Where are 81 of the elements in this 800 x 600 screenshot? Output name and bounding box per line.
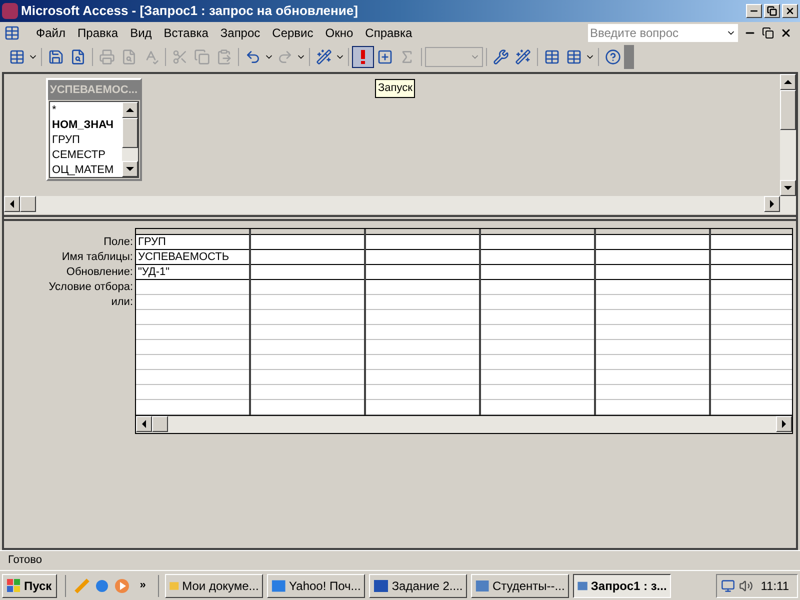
- table-field-list[interactable]: УСПЕВАЕМОС... * НОМ_ЗНАЧ ГРУП СЕМЕСТР ОЦ_МАТЕМ: [46, 78, 142, 181]
- column-selector[interactable]: [251, 229, 364, 235]
- scroll-thumb[interactable]: [122, 118, 138, 148]
- grid-cell[interactable]: УСПЕВАЕМОСТЬ: [136, 250, 249, 265]
- restore-icon: [767, 6, 777, 16]
- field-item[interactable]: ГРУП: [50, 132, 122, 147]
- help-search-field[interactable]: Введите вопрос: [588, 24, 738, 42]
- menu-item[interactable]: Запрос: [214, 24, 266, 42]
- taskbar-button[interactable]: Yahoo! Поч...: [266, 574, 365, 598]
- browser-icon[interactable]: [94, 578, 110, 594]
- window-title: Microsoft Access - [Запрос1 : запрос на обновление]: [21, 2, 358, 20]
- scroll-right-button[interactable]: [764, 196, 780, 212]
- tooltip: Запуск: [375, 79, 416, 98]
- menu-item[interactable]: Вставка: [158, 24, 214, 42]
- row-label: Поле:: [104, 235, 133, 250]
- grid-scrollbar[interactable]: [135, 416, 793, 434]
- horizontal-scrollbar[interactable]: [4, 196, 780, 214]
- field-item[interactable]: *: [50, 102, 122, 117]
- taskbar-button[interactable]: Задание 2....: [368, 574, 467, 598]
- media-player-icon[interactable]: [114, 578, 130, 594]
- column-selector[interactable]: [481, 229, 594, 235]
- clock: 11:11: [760, 578, 790, 594]
- field-item[interactable]: ОЦ_МАТЕМ: [50, 162, 122, 177]
- more-button[interactable]: »: [134, 577, 152, 594]
- column-selector[interactable]: [596, 229, 709, 235]
- menu-item[interactable]: Справка: [359, 24, 418, 42]
- volume-icon[interactable]: [738, 578, 753, 592]
- arrow-icon: [780, 420, 788, 428]
- arrow-icon: [140, 420, 148, 428]
- menu-item[interactable]: Сервис: [266, 24, 320, 42]
- vertical-scrollbar[interactable]: [780, 74, 796, 214]
- status-text: Готово: [8, 553, 42, 568]
- arrow-icon: [784, 78, 792, 86]
- pencil-icon[interactable]: [74, 578, 90, 594]
- network-icon[interactable]: [720, 578, 735, 592]
- scroll-thumb[interactable]: [20, 196, 36, 212]
- column-selector[interactable]: [136, 229, 249, 235]
- scroll-up-button[interactable]: [122, 102, 138, 118]
- scroll-left-button[interactable]: [136, 416, 152, 432]
- scroll-left-button[interactable]: [4, 196, 20, 212]
- field-item[interactable]: СЕМЕСТР: [50, 147, 122, 162]
- app-icon: [270, 578, 286, 594]
- menu-item[interactable]: Окно: [319, 24, 360, 42]
- arrow-icon: [126, 106, 134, 114]
- arrow-icon: [126, 165, 134, 173]
- scroll-down-button[interactable]: [122, 161, 138, 177]
- scroll-down-button[interactable]: [780, 180, 796, 196]
- row-label: Условие отбора:: [48, 280, 133, 295]
- arrow-icon: [8, 200, 16, 208]
- close-icon[interactable]: [780, 27, 792, 39]
- menu-item[interactable]: Файл: [30, 24, 72, 42]
- restore-button[interactable]: [764, 4, 780, 18]
- close-button[interactable]: [782, 4, 798, 18]
- row-label: Обновление:: [66, 265, 133, 280]
- grid-cell[interactable]: ГРУП: [136, 235, 249, 250]
- column-selector[interactable]: [711, 229, 792, 235]
- minimize-button[interactable]: [746, 4, 762, 18]
- scroll-up-button[interactable]: [780, 74, 796, 90]
- close-icon: [785, 6, 795, 16]
- app-icon: [474, 578, 490, 594]
- run-button[interactable]: [352, 46, 374, 68]
- menu-item[interactable]: Вид: [124, 24, 158, 42]
- taskbar-button[interactable]: Запрос1 : з...: [572, 574, 671, 598]
- start-button[interactable]: Пуск: [2, 574, 57, 598]
- column-selector[interactable]: [366, 229, 479, 235]
- app-icon: [372, 578, 389, 594]
- taskbar-button[interactable]: Студенты--...: [470, 574, 569, 598]
- row-label: Имя таблицы:: [62, 250, 133, 265]
- scroll-right-button[interactable]: [776, 416, 792, 432]
- row-label: или:: [111, 295, 133, 310]
- field-item[interactable]: НОМ_ЗНАЧ: [50, 117, 122, 132]
- taskbar-button[interactable]: Мои докуме...: [164, 574, 263, 598]
- top-values-field[interactable]: [425, 47, 483, 67]
- menu-grip-icon: [4, 25, 20, 41]
- exclamation-icon: [360, 50, 366, 64]
- scroll-thumb[interactable]: [780, 90, 796, 130]
- grid-cell[interactable]: "УД-1": [136, 265, 249, 280]
- restore-icon[interactable]: [762, 27, 774, 39]
- windows-logo-icon: [7, 578, 21, 592]
- menu-item[interactable]: Правка: [72, 24, 124, 42]
- scroll-thumb[interactable]: [152, 416, 168, 432]
